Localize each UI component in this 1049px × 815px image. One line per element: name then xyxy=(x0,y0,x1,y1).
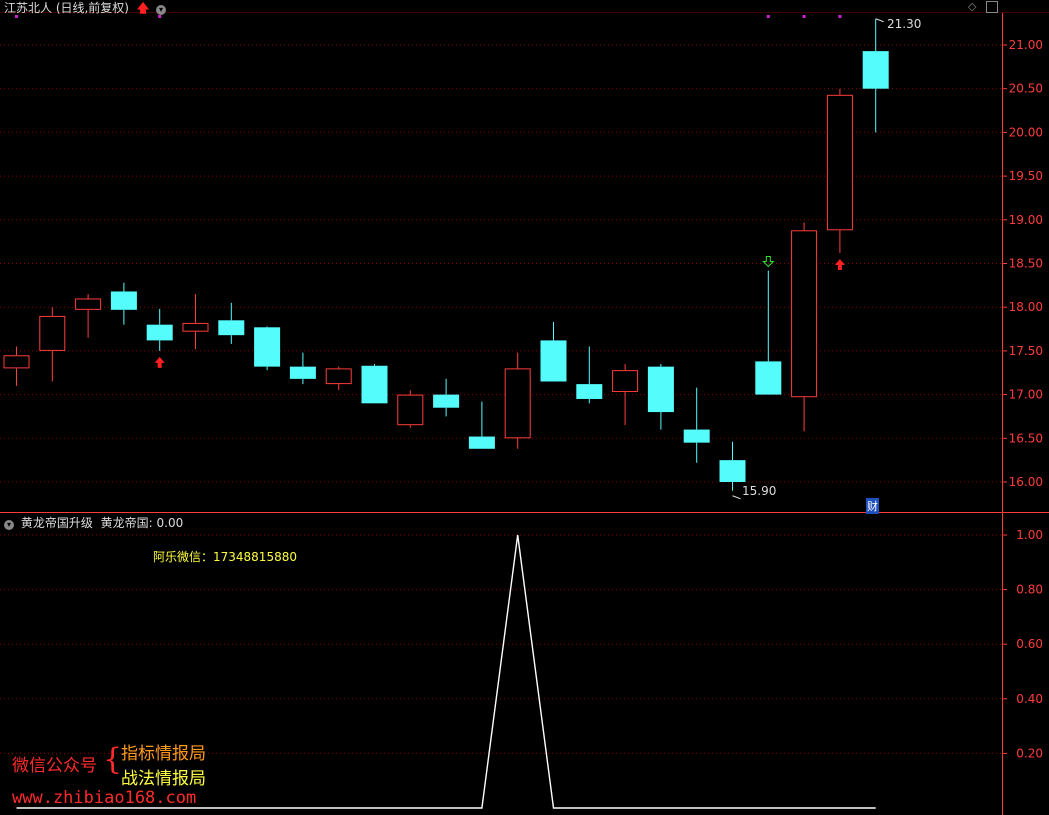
candle xyxy=(683,387,710,463)
indicator-tick-label: 0.20 xyxy=(1016,746,1043,760)
high-price-label: 21.30 xyxy=(887,17,922,31)
brace: { xyxy=(103,742,123,777)
price-tick-label: 17.50 xyxy=(1009,344,1043,358)
indicator-name[interactable]: 黄龙帝国升级 xyxy=(21,516,93,530)
candle xyxy=(576,346,603,404)
candle-body-up xyxy=(397,394,424,426)
candle-body-down xyxy=(146,324,173,341)
price-tick-label: 16.50 xyxy=(1009,431,1043,445)
candle-body-down xyxy=(647,366,674,413)
candle-body-up xyxy=(39,315,66,351)
signal-marker-dot xyxy=(802,15,806,18)
chart-canvas: 21.00 20.50 20.00 19.50 19.00 18.50 18.00 17.50… xyxy=(0,12,1049,815)
candle xyxy=(397,390,424,428)
candle xyxy=(647,364,674,430)
candle-body-down xyxy=(576,384,603,399)
candle-body-down xyxy=(433,394,460,408)
candle xyxy=(791,222,818,432)
signal-marker-dot xyxy=(766,15,770,18)
indicator-tick-label: 0.40 xyxy=(1016,692,1043,706)
price-tick-label: 16.00 xyxy=(1009,475,1043,489)
brand-line-2: 战法情报局 xyxy=(121,769,206,789)
price-tick-label: 20.50 xyxy=(1009,82,1043,96)
candle-body-up xyxy=(325,368,352,385)
brand-url[interactable]: www.zhibiao168.com xyxy=(12,788,196,808)
low-price-label: 15.90 xyxy=(742,484,777,498)
red-up-arrow-icon: 🡅 xyxy=(136,1,150,15)
contact-text: 阿乐微信：17348815880 xyxy=(153,550,297,564)
candle xyxy=(504,352,531,449)
price-tick-label: 20.00 xyxy=(1009,125,1043,139)
price-axis: 21.00 20.50 20.00 19.50 19.00 18.50 18.00 17.50… xyxy=(1002,38,1043,760)
candle xyxy=(254,326,281,371)
candle-body-down xyxy=(289,366,316,379)
candle xyxy=(75,294,102,338)
candle xyxy=(826,88,853,254)
candle-body-down xyxy=(468,436,495,449)
indicator-tick-label: 0.60 xyxy=(1016,637,1043,651)
candle xyxy=(110,282,137,325)
candle-body-up xyxy=(612,370,639,392)
sub-panel-header: ▾ 黄龙帝国升级 黄龙帝国: 0.00 xyxy=(4,514,183,531)
candle-body-up xyxy=(826,94,853,231)
candle-body-down xyxy=(540,340,567,382)
candle xyxy=(325,366,352,391)
candle-body-down xyxy=(110,291,137,310)
finance-badge[interactable]: 财 xyxy=(866,498,879,514)
candle xyxy=(433,378,460,417)
candlestick-series xyxy=(3,15,889,500)
candle-body-up xyxy=(3,355,30,369)
candle-body-down xyxy=(361,365,388,404)
price-tick-label: 18.00 xyxy=(1009,300,1043,314)
price-tick-label: 17.00 xyxy=(1009,388,1043,402)
chevron-down-icon[interactable]: ▾ xyxy=(4,520,14,530)
buy-signal-arrow xyxy=(834,259,845,271)
indicator-tick-label: 1.00 xyxy=(1016,528,1043,542)
candle xyxy=(862,18,889,133)
candle-body-down xyxy=(683,429,710,443)
candle-body-up xyxy=(504,368,531,439)
signal-marker-dot xyxy=(838,15,842,18)
low-callout-line xyxy=(732,495,741,500)
window-toggle-icon[interactable] xyxy=(986,1,998,13)
main-panel-header: 江苏北人 (日线,前复权) 🡅 ▾ xyxy=(4,0,166,20)
wechat-label: 微信公众号 xyxy=(12,756,97,776)
candle xyxy=(468,401,495,449)
indicator-value: 黄龙帝国: 0.00 xyxy=(100,516,184,530)
stock-title[interactable]: 江苏北人 (日线,前复权) xyxy=(4,1,129,15)
price-tick-label: 19.00 xyxy=(1009,213,1043,227)
indicator-tick-label: 0.80 xyxy=(1016,583,1043,597)
price-tick-label: 21.00 xyxy=(1009,38,1043,52)
chevron-down-icon[interactable]: ▾ xyxy=(156,5,166,15)
candle-body-up xyxy=(75,298,102,310)
price-tick-label: 18.50 xyxy=(1009,257,1043,271)
price-tick-label: 19.50 xyxy=(1009,169,1043,183)
candle xyxy=(218,302,245,344)
candle-body-up xyxy=(791,230,818,398)
candle xyxy=(146,308,173,351)
candle xyxy=(361,364,388,404)
candle-body-down xyxy=(755,361,782,395)
diamond-icon[interactable]: ◇ xyxy=(968,0,976,13)
candle xyxy=(182,294,209,350)
brand-line-1: 指标情报局 xyxy=(121,744,206,764)
candle xyxy=(3,346,30,386)
candle xyxy=(39,307,66,382)
candle xyxy=(289,352,316,385)
candle-body-up xyxy=(182,322,209,332)
candle-body-down xyxy=(254,327,281,367)
candle xyxy=(540,322,567,382)
sell-signal-arrow xyxy=(762,255,775,268)
candle-body-down xyxy=(218,320,245,336)
candle-body-down xyxy=(719,460,746,482)
candle xyxy=(755,270,782,395)
high-callout-line xyxy=(875,18,884,23)
candle-body-down xyxy=(862,51,889,89)
buy-signal-arrow xyxy=(154,356,165,368)
